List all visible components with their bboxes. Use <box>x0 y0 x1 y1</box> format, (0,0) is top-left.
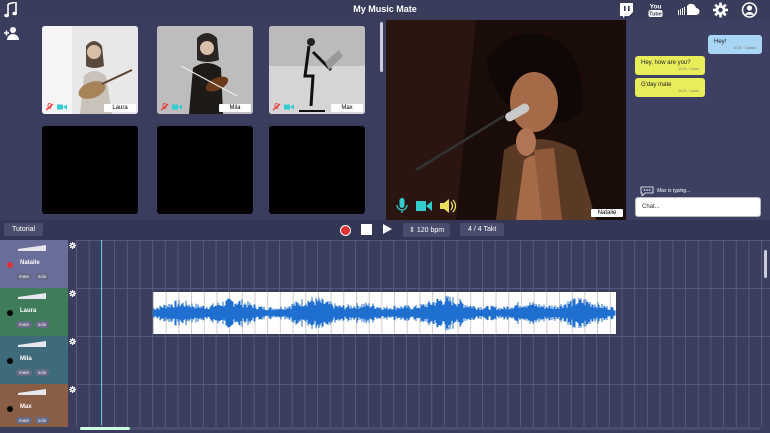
chat-message-text: Hey, how are you? <box>641 60 691 66</box>
timeline-grid[interactable] <box>76 240 770 427</box>
chat-message-time: 10:30 · Natalie <box>733 46 756 50</box>
microphone-icon[interactable] <box>396 198 408 214</box>
chat-message: Hey! 10:30 · Natalie <box>708 35 762 54</box>
speaker-icon[interactable] <box>440 198 458 214</box>
record-arm-indicator[interactable] <box>7 406 13 412</box>
track-settings-icon[interactable] <box>69 338 76 345</box>
track-header: Mila mute solo <box>0 336 68 384</box>
empty-participant-slot <box>269 126 365 214</box>
chat-panel: Hey! 10:30 · Natalie Hey, how are you? 1… <box>628 20 770 220</box>
tempo-value: 120 bpm <box>416 227 445 234</box>
solo-button[interactable]: solo <box>35 321 50 328</box>
volume-fader[interactable] <box>18 389 46 395</box>
track-name: Mila <box>20 356 32 362</box>
record-arm-indicator[interactable] <box>7 358 13 364</box>
track-settings-icon[interactable] <box>69 290 76 297</box>
track-settings-icon[interactable] <box>69 242 76 249</box>
track-name: Max <box>20 404 32 410</box>
track-scrollbar[interactable] <box>764 250 767 278</box>
record-arm-indicator[interactable] <box>7 262 13 268</box>
play-button[interactable] <box>383 224 392 234</box>
mute-button[interactable]: mute <box>16 321 33 328</box>
record-arm-indicator[interactable] <box>7 310 13 316</box>
gear-icon[interactable] <box>712 2 729 18</box>
track-area: Natalie mute solo Laura mute solo Mila mut… <box>0 240 770 433</box>
camera-icon[interactable] <box>284 103 294 111</box>
chat-input[interactable]: Chat... <box>635 197 761 217</box>
audio-clip[interactable] <box>152 292 616 334</box>
camera-icon[interactable] <box>172 103 182 111</box>
chat-message-time: 10:31 · Laura <box>678 89 699 93</box>
participant-grid: Laura Mila Max <box>28 20 383 220</box>
mic-muted-icon[interactable] <box>160 103 169 111</box>
participant-name: Mila <box>219 104 251 112</box>
youtube-icon[interactable]: You Tube <box>647 2 664 18</box>
track-header: Natalie mute solo <box>0 240 68 288</box>
top-bar: My Music Mate You Tube <box>0 0 770 20</box>
main-video[interactable]: Natalie <box>386 20 626 220</box>
transport-bar: Tutorial ⇕ 120 bpm 4 / 4 Takt <box>0 220 770 240</box>
timeline-scrollbar[interactable] <box>80 427 130 430</box>
mute-button[interactable]: mute <box>16 417 33 424</box>
track-header: Max mute solo <box>0 384 68 427</box>
mute-button[interactable]: mute <box>16 369 33 376</box>
typing-bubble-icon <box>640 186 654 196</box>
chat-message: G'day mate 10:31 · Laura <box>635 78 705 97</box>
participant-tile-max[interactable]: Max <box>269 26 365 114</box>
tempo-control[interactable]: ⇕ 120 bpm <box>403 223 451 237</box>
natalie-video-feed <box>386 20 626 220</box>
solo-button[interactable]: solo <box>35 417 50 424</box>
laura-video-feed <box>42 26 138 114</box>
left-sidebar <box>0 20 28 220</box>
record-button[interactable] <box>340 225 351 236</box>
chat-message-text: G'day mate <box>641 82 672 88</box>
chat-message-time: 10:31 · Laura <box>678 67 699 71</box>
mila-video-feed <box>157 26 253 114</box>
playhead[interactable] <box>101 240 102 425</box>
time-signature[interactable]: 4 / 4 Takt <box>460 223 505 236</box>
svg-text:Tube: Tube <box>649 12 662 18</box>
stop-button[interactable] <box>361 224 372 235</box>
mic-muted-icon[interactable] <box>45 103 54 111</box>
volume-fader[interactable] <box>18 293 46 299</box>
volume-fader[interactable] <box>18 245 46 251</box>
mic-muted-icon[interactable] <box>272 103 281 111</box>
volume-fader[interactable] <box>18 341 46 347</box>
svg-text:You: You <box>650 4 662 11</box>
video-camera-icon[interactable] <box>416 198 432 214</box>
participant-tile-mila[interactable]: Mila <box>157 26 253 114</box>
track-name: Natalie <box>20 260 40 266</box>
mute-button[interactable]: mute <box>16 273 33 280</box>
typing-indicator: Max is typing... <box>640 186 690 196</box>
solo-button[interactable]: solo <box>35 273 50 280</box>
empty-participant-slot <box>42 126 138 214</box>
track-settings-icon[interactable] <box>69 386 76 393</box>
max-video-feed <box>269 26 365 114</box>
main-video-name: Natalie <box>591 209 623 217</box>
empty-participant-slot <box>157 126 253 214</box>
add-user-icon[interactable] <box>4 26 20 40</box>
track-header: Laura mute solo <box>0 288 68 336</box>
timeline-scroll-track[interactable] <box>80 427 760 430</box>
tutorial-button[interactable]: Tutorial <box>4 223 44 236</box>
camera-icon[interactable] <box>57 103 67 111</box>
participant-name: Max <box>331 104 363 112</box>
chat-message: Hey, how are you? 10:31 · Laura <box>635 56 705 75</box>
profile-icon[interactable] <box>741 2 758 18</box>
updown-icon: ⇕ <box>409 227 415 234</box>
twitch-icon[interactable] <box>618 2 635 18</box>
waveform <box>152 295 616 331</box>
soundcloud-icon[interactable] <box>676 2 700 18</box>
chat-message-text: Hey! <box>714 39 727 45</box>
typing-text: Max is typing... <box>657 188 691 194</box>
participant-scrollbar[interactable] <box>380 22 383 72</box>
track-name: Laura <box>20 308 37 314</box>
participant-name: Laura <box>104 104 136 112</box>
solo-button[interactable]: solo <box>35 369 50 376</box>
participant-tile-laura[interactable]: Laura <box>42 26 138 114</box>
